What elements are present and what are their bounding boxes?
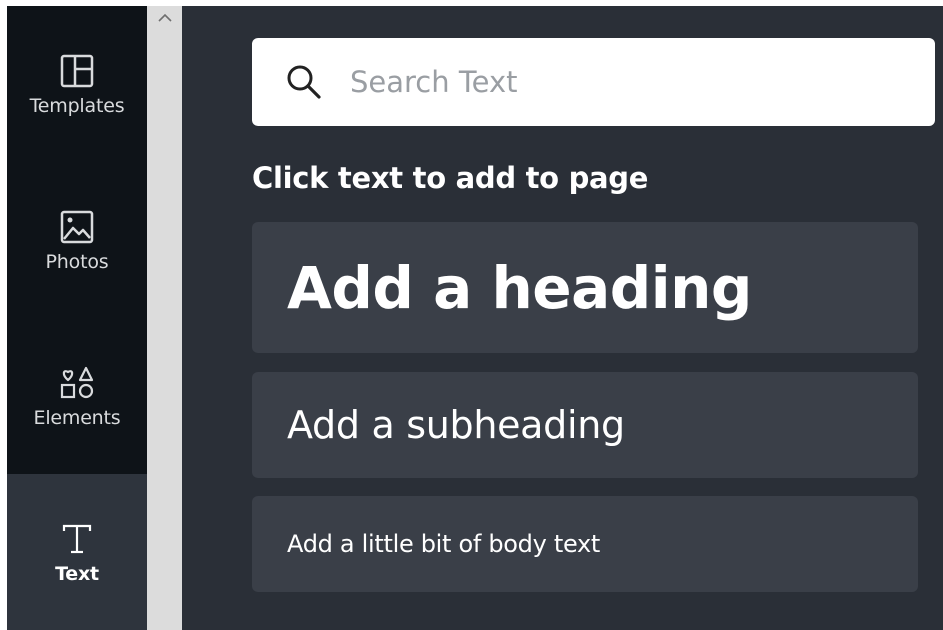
app-frame: Templates Photos Elements Text Search Te… bbox=[0, 0, 943, 630]
text-panel: Click text to add to page Add a heading … bbox=[182, 6, 943, 630]
text-icon bbox=[57, 519, 97, 559]
add-body-text-label: Add a little bit of body text bbox=[287, 530, 601, 558]
scroll-up-button[interactable] bbox=[147, 6, 182, 30]
elements-icon bbox=[57, 363, 97, 403]
sidebar-item-label: Text bbox=[55, 563, 99, 585]
sidebar-item-text[interactable]: Text bbox=[7, 474, 147, 630]
search-input[interactable] bbox=[348, 64, 912, 100]
add-body-text-button[interactable]: Add a little bit of body text bbox=[252, 496, 918, 592]
sidebar-item-elements[interactable]: Elements bbox=[7, 318, 147, 474]
side-nav: Templates Photos Elements Text bbox=[7, 6, 147, 630]
sidebar-item-label: Templates bbox=[29, 95, 125, 117]
sidebar-item-label: Elements bbox=[33, 407, 121, 429]
add-heading-label: Add a heading bbox=[287, 253, 752, 322]
add-heading-button[interactable]: Add a heading bbox=[252, 222, 918, 353]
search-icon bbox=[282, 60, 326, 104]
search-bar[interactable] bbox=[252, 38, 935, 126]
panel-hint: Click text to add to page bbox=[252, 161, 649, 195]
photos-icon bbox=[57, 207, 97, 247]
scrollbar[interactable] bbox=[147, 6, 182, 630]
templates-icon bbox=[57, 51, 97, 91]
add-subheading-label: Add a subheading bbox=[287, 403, 625, 447]
add-subheading-button[interactable]: Add a subheading bbox=[252, 372, 918, 478]
sidebar-item-templates[interactable]: Templates bbox=[7, 6, 147, 162]
sidebar-item-photos[interactable]: Photos bbox=[7, 162, 147, 318]
chevron-up-icon bbox=[157, 13, 172, 22]
sidebar-item-label: Photos bbox=[45, 251, 109, 273]
